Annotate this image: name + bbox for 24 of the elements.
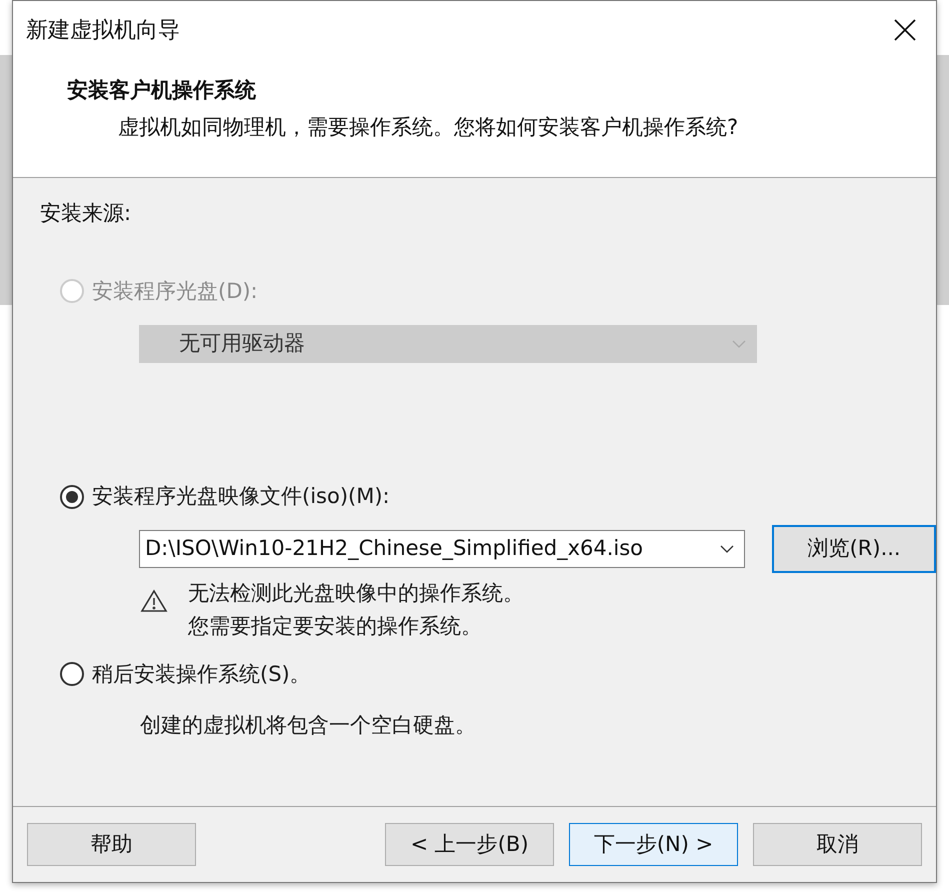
dialog-button[interactable]: < 上一步(B) — [385, 823, 554, 866]
radio-label: 安装程序光盘映像文件(iso)(M): — [92, 483, 390, 510]
warning-text: 无法检测此光盘映像中的操作系统。 — [188, 580, 524, 606]
note-text: 创建的虚拟机将包含一个空白硬盘。 — [139, 712, 477, 739]
source-label: 安装来源: — [40, 200, 132, 227]
close-icon[interactable] — [894, 19, 916, 41]
dialog-button[interactable]: 取消 — [753, 823, 922, 866]
radio-label: 稍后安装操作系统(S)。 — [92, 660, 311, 688]
radio-button[interactable] — [60, 662, 84, 686]
dialog-button[interactable]: 下一步(N) > — [569, 823, 738, 866]
dropdown-value: 无可用驱动器 — [178, 330, 306, 358]
browse-button[interactable]: 浏览(R)... — [772, 524, 936, 572]
radio-label: 安装程序光盘(D): — [92, 278, 258, 304]
header-title: 安装客户机操作系统 — [67, 77, 257, 104]
warning-text: 您需要指定要安装的操作系统。 — [188, 612, 483, 640]
dropdown-value: D:\ISO\Win10-21H2_Chinese_Simplified_x64.iso — [145, 534, 644, 562]
radio-button[interactable] — [60, 484, 84, 509]
dropdown-field[interactable]: D:\ISO\Win10-21H2_Chinese_Simplified_x64.iso — [139, 530, 746, 568]
dialog-button[interactable]: 帮助 — [27, 823, 196, 866]
window-title: 新建虚拟机向导 — [26, 16, 180, 44]
header-subtitle: 虚拟机如同物理机，需要操作系统。您将如何安装客户机操作系统? — [117, 114, 740, 140]
chevron-down-icon — [732, 340, 746, 348]
chevron-down-icon — [720, 544, 734, 552]
warning-icon — [140, 588, 168, 612]
